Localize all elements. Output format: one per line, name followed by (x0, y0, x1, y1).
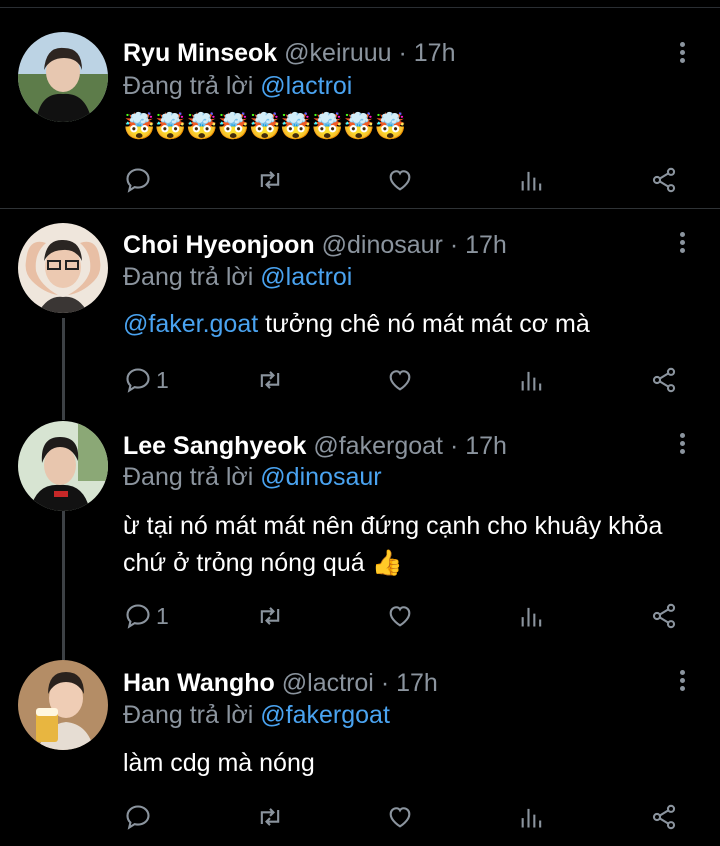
replying-to-label: Đang trả lời (123, 72, 254, 100)
timestamp[interactable]: · 17h (450, 231, 507, 259)
tweet[interactable]: Han Wangho @lactroi · 17h Đang trả lời @… (0, 645, 720, 846)
tweet-text-line: chứ ở trỏng nóng quá 👍 (123, 549, 403, 577)
more-icon[interactable] (672, 42, 692, 70)
like-button[interactable] (386, 601, 414, 631)
reply-button[interactable] (124, 802, 156, 832)
user-handle[interactable]: @fakergoat (313, 432, 443, 460)
share-icon (652, 804, 676, 830)
replying-to-label: Đang trả lời (123, 263, 254, 291)
reply-button[interactable] (124, 165, 156, 195)
replying-to-label: Đang trả lời (123, 701, 254, 729)
reply-count: 1 (156, 366, 169, 393)
tweet[interactable]: Ryu Minseok @keiruuu · 17h Đang trả lời … (0, 0, 720, 208)
share-button[interactable] (650, 365, 678, 395)
reply-to-mention[interactable]: @lactroi (260, 263, 352, 291)
heart-icon (389, 807, 411, 828)
views-icon (521, 808, 542, 828)
share-icon (652, 367, 676, 393)
more-icon[interactable] (672, 232, 692, 260)
heart-icon (389, 170, 411, 191)
more-icon[interactable] (672, 433, 692, 461)
tweet-text-line: ừ tại nó mát mát nên đứng cạnh cho khuây… (123, 512, 663, 540)
like-button[interactable] (386, 802, 414, 832)
views-button[interactable] (518, 165, 546, 195)
retweet-button[interactable] (256, 365, 284, 395)
reply-icon (126, 368, 150, 393)
share-button[interactable] (650, 601, 678, 631)
share-icon (652, 167, 676, 193)
like-button[interactable] (386, 165, 414, 195)
reply-to-mention[interactable]: @fakergoat (260, 701, 390, 729)
retweet-icon (260, 171, 280, 189)
views-button[interactable] (518, 365, 546, 395)
heart-icon (389, 370, 411, 391)
reply-to-mention[interactable]: @lactroi (260, 72, 352, 100)
replying-to-label: Đang trả lời (123, 463, 254, 491)
retweet-icon (260, 808, 280, 826)
reply-button[interactable]: 1 (124, 365, 169, 395)
text-mention[interactable]: @faker.goat (123, 310, 258, 338)
display-name[interactable]: Han Wangho (123, 669, 275, 697)
avatar[interactable] (18, 223, 108, 313)
reply-icon (126, 604, 150, 629)
heart-icon (389, 606, 411, 627)
retweet-button[interactable] (256, 601, 284, 631)
retweet-button[interactable] (256, 165, 284, 195)
reply-icon (126, 805, 150, 830)
more-icon[interactable] (672, 670, 692, 698)
avatar[interactable] (18, 660, 108, 750)
tweet[interactable]: Choi Hyeonjoon @dinosaur · 17h Đang trả … (0, 209, 720, 405)
timestamp[interactable]: · 17h (381, 669, 438, 697)
display-name[interactable]: Choi Hyeonjoon (123, 231, 315, 259)
user-handle[interactable]: @dinosaur (322, 231, 443, 259)
like-button[interactable] (386, 365, 414, 395)
views-button[interactable] (518, 802, 546, 832)
display-name[interactable]: Lee Sanghyeok (123, 432, 306, 460)
avatar[interactable] (18, 421, 108, 511)
views-icon (521, 171, 542, 191)
share-button[interactable] (650, 165, 678, 195)
tweet-text: làm cdg mà nóng (123, 749, 315, 777)
reply-to-mention[interactable]: @dinosaur (260, 463, 381, 491)
share-icon (652, 603, 676, 629)
reply-button[interactable]: 1 (124, 601, 169, 631)
retweet-button[interactable] (256, 802, 284, 832)
timestamp[interactable]: · 17h (450, 432, 507, 460)
tweet-text: tưởng chê nó mát mát cơ mà (265, 310, 590, 338)
tweet[interactable]: Lee Sanghyeok @fakergoat · 17h Đang trả … (0, 405, 720, 645)
user-handle[interactable]: @keiruuu (284, 39, 391, 67)
views-button[interactable] (518, 601, 546, 631)
views-icon (521, 371, 542, 391)
retweet-icon (260, 607, 280, 625)
display-name[interactable]: Ryu Minseok (123, 39, 277, 67)
timestamp[interactable]: · 17h (398, 39, 455, 67)
share-button[interactable] (650, 802, 678, 832)
reply-icon (126, 168, 150, 193)
tweet-text: 🤯🤯🤯🤯🤯🤯🤯🤯🤯 (123, 111, 406, 141)
views-icon (521, 607, 542, 627)
avatar[interactable] (18, 32, 108, 122)
retweet-icon (260, 371, 280, 389)
reply-count: 1 (156, 602, 169, 629)
user-handle[interactable]: @lactroi (282, 669, 374, 697)
